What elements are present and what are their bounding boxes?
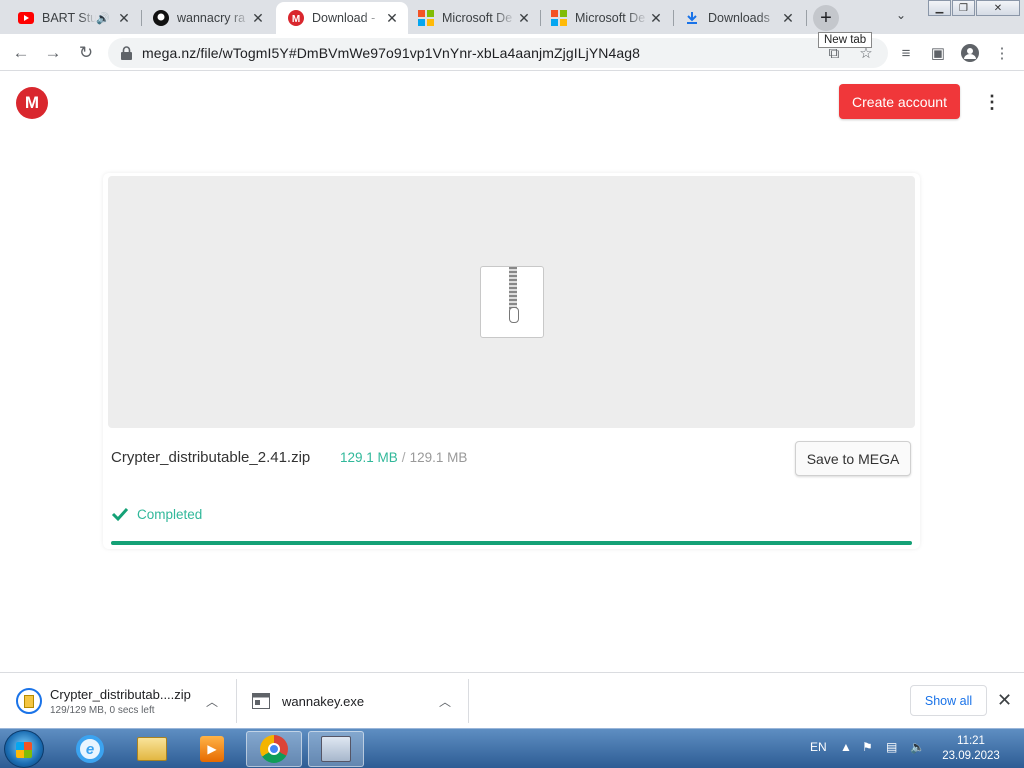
close-tab-icon[interactable]: ✕ [250,10,266,26]
clock-date: 23.09.2023 [942,750,1000,762]
close-tab-icon[interactable]: ✕ [516,10,532,26]
minimize-icon[interactable]: ▁ [928,0,951,16]
show-all-button[interactable]: Show all [910,685,987,716]
media-player-icon[interactable]: ▶ [184,731,240,767]
mega-page: M Create account ⋮ Crypter_distributable… [0,71,1024,672]
tab-downloads[interactable]: Downloads ✕ [674,2,804,34]
download-detail: 129/129 MB, 0 secs left [50,704,155,716]
download-progress-bar [111,541,912,545]
checkmark-icon [111,507,129,522]
download-name: Crypter_distributab....zip [50,686,191,702]
windows-taskbar: e ▶ EN ▲ ⚑ ▤ 🔈 11:21 23.09.2023 [0,728,1024,768]
chevron-up-icon[interactable]: ︿ [206,693,218,710]
file-preview [108,176,915,428]
file-explorer-icon[interactable] [124,731,180,767]
tab-microsoft-1[interactable]: Microsoft De ✕ [408,2,540,34]
new-tab-button[interactable]: + [813,5,839,31]
media-queue-icon[interactable]: ≡ [896,43,916,63]
youtube-icon [18,10,34,26]
tab-github[interactable]: wannacry ra ✕ [141,2,274,34]
tab-title: Downloads [708,11,770,25]
volume-muted-icon[interactable]: 🔈 [910,740,925,754]
tab-separator [806,10,807,26]
tray-expand-icon[interactable]: ▲ [840,740,852,754]
close-tab-icon[interactable]: ✕ [648,10,664,26]
github-icon [153,10,169,26]
size-separator: / [401,450,406,465]
tab-microsoft-2[interactable]: Microsoft De ✕ [541,2,672,34]
tab-mega-download[interactable]: M Download - ✕ [276,2,408,34]
create-account-button[interactable]: Create account [839,84,960,119]
clock-time: 11:21 [957,735,985,747]
save-to-mega-button[interactable]: Save to MEGA [795,441,911,476]
file-size: 129.1 MB/129.1 MB [340,450,467,465]
language-indicator[interactable]: EN [810,740,827,754]
tab-strip: BART Stu 🔊 ✕ wannacry ra ✕ M Download - … [0,0,1024,34]
speaker-icon[interactable]: 🔊 [96,12,110,25]
lock-icon[interactable] [120,46,132,60]
chrome-menu-icon[interactable]: ⋮ [992,43,1012,63]
close-tab-icon[interactable]: ✕ [384,10,400,26]
download-item[interactable]: wannakey.exe [252,673,364,729]
mega-icon: M [288,10,304,26]
zipper-icon [509,267,519,323]
side-panel-icon[interactable]: ▣ [928,43,948,63]
tab-title: wannacry ra [177,11,246,25]
tab-title: Microsoft De [575,11,646,25]
zip-file-icon [480,266,544,338]
download-status: Completed [111,505,202,523]
forward-arrow-icon[interactable]: → [41,41,65,65]
progress-fill [111,541,912,545]
address-bar[interactable]: mega.nz/file/wTogmI5Y#DmBVmWe97o91vp1VnY… [108,38,888,68]
download-shelf: Crypter_distributab....zip 129/129 MB, 0… [0,672,1024,728]
mega-logo[interactable]: M [16,87,48,119]
restore-icon[interactable]: ❐ [952,0,975,16]
system-clock[interactable]: 11:21 23.09.2023 [938,734,1004,764]
browser-window: BART Stu 🔊 ✕ wannacry ra ✕ M Download - … [0,0,1024,768]
action-center-icon[interactable]: ⚑ [862,740,873,754]
tab-title: Microsoft De [442,11,513,25]
zip-download-icon [16,688,42,714]
file-name: Crypter_distributable_2.41.zip [111,449,311,466]
chevron-up-icon[interactable]: ︿ [439,693,451,710]
total-size: 129.1 MB [409,450,468,465]
microsoft-icon [551,10,567,26]
internet-explorer-icon[interactable]: e [62,731,118,767]
chrome-taskbar-icon[interactable] [246,731,302,767]
window-close-icon[interactable]: ✕ [976,0,1020,16]
downloaded-size: 129.1 MB [340,450,398,465]
url-text: mega.nz/file/wTogmI5Y#DmBVmWe97o91vp1VnY… [142,45,641,61]
more-options-icon[interactable]: ⋮ [983,91,1001,113]
keyboard-app-icon[interactable] [308,731,364,767]
download-item[interactable]: Crypter_distributab....zip 129/129 MB, 0… [16,673,191,729]
close-tab-icon[interactable]: ✕ [116,10,132,26]
status-text: Completed [137,506,203,522]
shelf-separator [468,679,469,723]
svg-text:M: M [292,14,300,25]
close-shelf-icon[interactable]: ✕ [997,690,1012,711]
file-card: Crypter_distributable_2.41.zip 129.1 MB /… [103,173,920,549]
tab-search-chevron-icon[interactable]: ⌄ [896,8,906,22]
exe-file-icon [252,693,270,709]
start-button[interactable] [4,730,44,768]
back-arrow-icon[interactable]: ← [9,41,33,65]
close-tab-icon[interactable]: ✕ [780,10,796,26]
tooltip: New tab [818,32,873,48]
profile-avatar-icon[interactable] [960,43,980,63]
download-name: wannakey.exe [282,693,365,709]
download-icon [684,10,700,26]
reload-icon[interactable]: ↻ [74,41,98,65]
network-icon[interactable]: ▤ [886,740,897,754]
microsoft-icon [418,10,434,26]
shelf-separator [236,679,237,723]
tab-youtube[interactable]: BART Stu 🔊 ✕ [0,2,140,34]
tab-title: BART Stu [42,11,97,25]
tab-title: Download - [312,11,376,25]
